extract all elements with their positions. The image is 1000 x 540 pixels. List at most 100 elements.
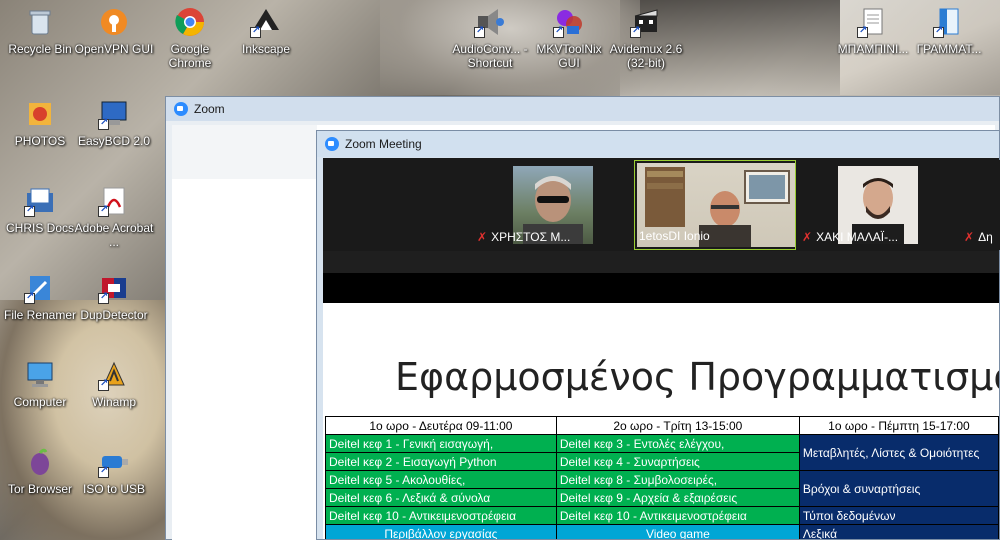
desktop-icon-iso-to-usb[interactable]: ISO to USB <box>74 446 154 496</box>
desktop-icon-label: Avidemux 2.6 (32-bit) <box>609 42 683 70</box>
table-cell: Deitel κεφ 6 - Λεξικά & σύνολα <box>325 488 557 507</box>
participant-name: 1etosDI Ionio <box>639 229 710 243</box>
file-renamer-icon <box>24 272 56 304</box>
desktop-icon-doc-babini[interactable]: ΜΠΑΜΠΙΝΙ... <box>833 6 913 56</box>
mic-muted-icon: ✗ <box>477 230 488 244</box>
desktop-icon-label: CHRIS Docs <box>5 221 74 235</box>
shared-screen-slide: Εφαρμοσμένος Προγραμματισμός 1ο ωρο - Δε… <box>323 303 999 539</box>
table-cell: Τύποι δεδομένων <box>798 506 999 525</box>
table-cell: Deitel κεφ 10 - Αντικειμενοστρέφεια <box>555 506 800 525</box>
desktop-icon-photos[interactable]: PHOTOS <box>0 98 80 148</box>
desktop-icon-label: ΓΡΑΜΜΑΤ... <box>916 42 982 56</box>
window-title: Zoom Meeting <box>345 137 422 151</box>
desktop-icon-dupdetector[interactable]: DupDetector <box>74 272 154 322</box>
desktop-icon-file-renamer[interactable]: File Renamer <box>0 272 80 322</box>
desktop-icon-openvpn[interactable]: OpenVPN GUI <box>74 6 154 56</box>
table-cell: Βρόχοι & συναρτήσεις <box>798 470 999 507</box>
slide-title: Εφαρμοσμένος Προγραμματισμός <box>395 355 999 399</box>
column-header: 2ο ωρο - Τρίτη 13-15:00 <box>555 416 800 435</box>
desktop-icon-mkvtoolnix[interactable]: MKVToolNix GUI <box>529 6 609 70</box>
desktop-icon-label: EasyBCD 2.0 <box>77 134 151 148</box>
desktop-icon-easybcd[interactable]: EasyBCD 2.0 <box>74 98 154 148</box>
recycle-bin-icon <box>24 6 56 38</box>
desktop-icon-label: AudioConv... - Shortcut <box>452 42 528 70</box>
table-cell: Μεταβλητές, Λίστες & Ομοιότητες <box>798 434 999 471</box>
desktop-icon-label: Inkscape <box>241 42 291 56</box>
desktop-icon-tor-browser[interactable]: Tor Browser <box>0 446 80 496</box>
desktop-icon-label: Tor Browser <box>7 482 72 496</box>
participant-name: ✗ Δη <box>964 230 993 244</box>
table-row: Deitel κεφ 1 - Γενική εισαγωγή, Deitel κ… <box>325 434 999 471</box>
screen-share-top-bar <box>323 273 999 303</box>
desktop-icon-label: File Renamer <box>3 308 77 322</box>
desktop-icon-label: Winamp <box>91 395 136 409</box>
table-cell: Deitel κεφ 3 - Εντολές ελέγχου, <box>555 434 800 453</box>
document-icon <box>933 6 965 38</box>
openvpn-icon <box>98 6 130 38</box>
table-cell: Deitel κεφ 1 - Γενική εισαγωγή, <box>325 434 557 453</box>
dupdetector-icon <box>98 272 130 304</box>
participant-gallery: ✗ ΧΡΗΣΤΟΣ Μ... 1etosDI Ionio ✗ ΧΑΚΙ ΜΑΛΑ… <box>323 158 1000 251</box>
desktop-icon-label: ΜΠΑΜΠΙΝΙ... <box>837 42 909 56</box>
desktop-icon-label: Computer <box>13 395 67 409</box>
participant-tile[interactable]: ✗ ΧΡΗΣΤΟΣ Μ... <box>473 160 633 250</box>
folder-docs-icon <box>24 185 56 217</box>
desktop-icon-label: MKVToolNix GUI <box>536 42 602 70</box>
desktop-icon-avidemux[interactable]: Avidemux 2.6 (32-bit) <box>606 6 686 70</box>
mic-muted-icon: ✗ <box>802 230 813 244</box>
column-header: 1ο ωρο - Πέμπτη 15-17:00 <box>798 416 999 435</box>
participant-name: ✗ ΧΑΚΙ ΜΑΛΑΪ-... <box>802 230 899 244</box>
table-cell: Περιβάλλον εργασίας <box>325 524 557 539</box>
inkscape-icon <box>250 6 282 38</box>
zoom-meeting-window[interactable]: Zoom Meeting ✗ ΧΡΗΣΤΟΣ Μ... 1etosDI Ioni… <box>316 130 1000 540</box>
table-cell: Deitel κεφ 10 - Αντικειμενοστρέφεια <box>325 506 557 525</box>
wallpaper-figure <box>0 300 180 540</box>
desktop-icon-label: Google Chrome <box>168 42 212 70</box>
table-row: Περιβάλλον εργασίας Video game Λεξικά <box>325 524 999 539</box>
table-cell: Deitel κεφ 8 - Συμβολοσειρές, <box>555 470 800 489</box>
desktop-icon-label: ISO to USB <box>82 482 146 496</box>
desktop-icon-doc-grammat[interactable]: ΓΡΑΜΜΑΤ... <box>909 6 989 56</box>
desktop-icon-label: Adobe Acrobat ... <box>74 221 154 249</box>
schedule-table: 1ο ωρο - Δευτέρα 09-11:00 2ο ωρο - Τρίτη… <box>325 416 999 539</box>
table-cell: Deitel κεφ 2 - Εισαγωγή Python <box>325 452 557 471</box>
iso-to-usb-icon <box>98 446 130 478</box>
column-header: 1ο ωρο - Δευτέρα 09-11:00 <box>325 416 557 435</box>
meeting-body: ✗ ΧΡΗΣΤΟΣ Μ... 1etosDI Ionio ✗ ΧΑΚΙ ΜΑΛΑ… <box>323 158 1000 539</box>
desktop-icon-winamp[interactable]: Winamp <box>74 359 154 409</box>
zoom-logo-icon <box>174 102 188 116</box>
table-cell: Deitel κεφ 4 - Συναρτήσεις <box>555 452 800 471</box>
table-cell: Video game <box>555 524 800 539</box>
winamp-icon <box>98 359 130 391</box>
mic-muted-icon: ✗ <box>964 230 975 244</box>
meeting-titlebar[interactable]: Zoom Meeting <box>317 131 999 157</box>
desktop-icon-label: PHOTOS <box>14 134 66 148</box>
zoom-sidebar <box>172 125 317 179</box>
easybcd-icon <box>98 98 130 130</box>
tor-browser-icon <box>24 446 56 478</box>
desktop-icon-label: DupDetector <box>80 308 148 322</box>
zoom-window-titlebar[interactable]: Zoom <box>166 97 999 121</box>
desktop-icon-inkscape[interactable]: Inkscape <box>226 6 306 56</box>
mkvtoolnix-icon <box>553 6 585 38</box>
participant-tile[interactable]: ✗ Δη <box>960 160 1000 250</box>
desktop-icon-recycle-bin[interactable]: Recycle Bin <box>0 6 80 56</box>
acrobat-icon <box>98 185 130 217</box>
desktop-icon-label: Recycle Bin <box>8 42 72 56</box>
participant-name: ✗ ΧΡΗΣΤΟΣ Μ... <box>477 230 571 244</box>
participant-tile[interactable]: ✗ ΧΑΚΙ ΜΑΛΑΪ-... <box>798 160 958 250</box>
table-row: Deitel κεφ 5 - Ακολουθίες, Deitel κεφ 8 … <box>325 470 999 507</box>
desktop-icon-chrome[interactable]: Google Chrome <box>150 6 230 70</box>
desktop-icon-computer[interactable]: Computer <box>0 359 80 409</box>
audio-converter-icon <box>474 6 506 38</box>
desktop-icon-audioconv[interactable]: AudioConv... - Shortcut <box>450 6 530 70</box>
photos-icon <box>24 98 56 130</box>
desktop-icon-acrobat[interactable]: Adobe Acrobat ... <box>74 185 154 249</box>
table-cell: Λεξικά <box>798 524 999 539</box>
participant-tile-active[interactable]: 1etosDI Ionio <box>634 160 796 250</box>
table-row: Deitel κεφ 10 - Αντικειμενοστρέφεια Deit… <box>325 506 999 525</box>
table-header-row: 1ο ωρο - Δευτέρα 09-11:00 2ο ωρο - Τρίτη… <box>325 416 999 435</box>
table-cell: Deitel κεφ 5 - Ακολουθίες, <box>325 470 557 489</box>
desktop-icon-chris-docs[interactable]: CHRIS Docs <box>0 185 80 235</box>
avidemux-icon <box>630 6 662 38</box>
